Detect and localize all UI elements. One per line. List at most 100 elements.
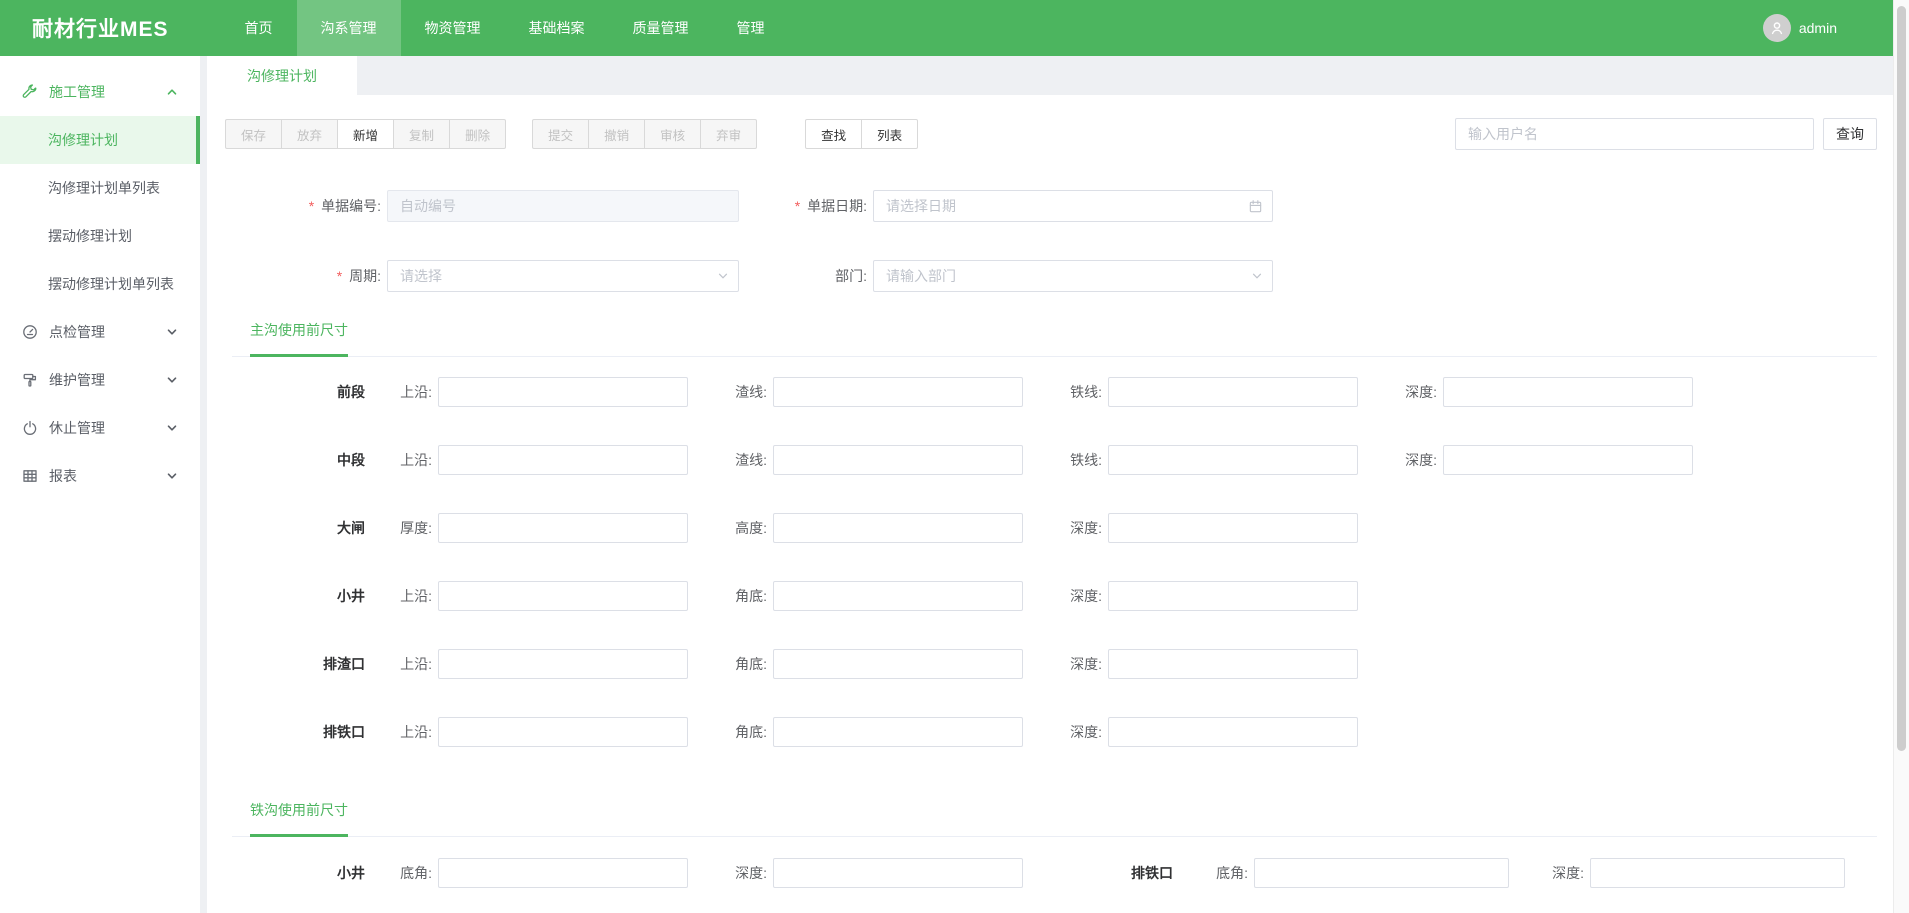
- toolbar-button[interactable]: 保存: [225, 119, 282, 149]
- row-name: 小井: [225, 863, 365, 883]
- sidebar-item-1-4[interactable]: 摆动修理计划单列表: [0, 260, 200, 308]
- nav-item-2[interactable]: 沟系管理: [297, 0, 401, 56]
- scrollbar-thumb[interactable]: [1897, 6, 1906, 751]
- dimension-label: 铁线:: [1023, 450, 1108, 470]
- toolbar-button[interactable]: 复制: [393, 119, 450, 149]
- query-button[interactable]: 查询: [1823, 118, 1877, 150]
- chevron-down-icon: [166, 326, 178, 338]
- dimension-input[interactable]: [438, 858, 688, 888]
- dimension-input[interactable]: [1108, 649, 1358, 679]
- dimension-input[interactable]: [773, 717, 1023, 747]
- dimension-label: 上沿:: [365, 586, 438, 606]
- dimension-input[interactable]: [1108, 717, 1358, 747]
- dimension-input[interactable]: [1443, 377, 1693, 407]
- dimension-input[interactable]: [438, 445, 688, 475]
- dimension-label: 深度:: [688, 863, 773, 883]
- row-name: 排铁口: [1023, 863, 1173, 883]
- nav-item-4[interactable]: 基础档案: [505, 0, 609, 56]
- sidebar-group-1[interactable]: 施工管理: [0, 68, 200, 116]
- dimension-input[interactable]: [773, 858, 1023, 888]
- dimension-input[interactable]: [1108, 377, 1358, 407]
- roller-icon: [22, 372, 38, 388]
- sidebar-group-label: 报表: [49, 466, 77, 486]
- dimension-input[interactable]: [773, 581, 1023, 611]
- toolbar-button[interactable]: 提交: [532, 119, 589, 149]
- dimension-label: 深度:: [1023, 518, 1108, 538]
- chevron-down-icon: [166, 422, 178, 434]
- dimension-row: 小井上沿:角底:深度:: [225, 581, 1893, 611]
- sidebar-group-4[interactable]: 休止管理: [0, 404, 200, 452]
- dimension-input[interactable]: [1108, 513, 1358, 543]
- section-header: 铁沟使用前尺寸: [232, 800, 1877, 837]
- dimension-input[interactable]: [1590, 858, 1845, 888]
- dimension-input[interactable]: [1108, 445, 1358, 475]
- section-header: 主沟使用前尺寸: [232, 320, 1877, 357]
- sidebar-item-1-3[interactable]: 摆动修理计划: [0, 212, 200, 260]
- dimension-input[interactable]: [1443, 445, 1693, 475]
- search-input[interactable]: [1455, 118, 1814, 150]
- toolbar: 保存放弃新增复制删除提交撤销审核弃审 查找列表 查询: [207, 118, 1893, 150]
- input-wrapper: [387, 190, 739, 222]
- input-wrapper: [873, 260, 1273, 292]
- field-input[interactable]: [873, 190, 1273, 222]
- dimension-input[interactable]: [438, 581, 688, 611]
- nav-item-6[interactable]: 管理: [713, 0, 789, 56]
- plan-form: * 单据编号:* 单据日期:* 周期: 部门:主沟使用前尺寸前段上沿:渣线:铁线…: [207, 190, 1893, 913]
- dimension-label: 上沿:: [365, 654, 438, 674]
- dimension-label: 深度:: [1358, 450, 1443, 470]
- toolbar-button[interactable]: 新增: [337, 119, 394, 149]
- form-field: * 单据编号:: [225, 190, 739, 222]
- dimension-input[interactable]: [773, 649, 1023, 679]
- field-input[interactable]: [387, 260, 739, 292]
- dimension-input[interactable]: [1108, 581, 1358, 611]
- sidebar-group-2[interactable]: 点检管理: [0, 308, 200, 356]
- dimension-label: 深度:: [1023, 654, 1108, 674]
- sidebar-group-3[interactable]: 维护管理: [0, 356, 200, 404]
- dimension-label: 铁线:: [1023, 382, 1108, 402]
- required-marker: *: [309, 198, 314, 214]
- row-name: 排铁口: [225, 722, 365, 742]
- field-input[interactable]: [387, 190, 739, 222]
- toolbar-button[interactable]: 撤销: [588, 119, 645, 149]
- nav-item-1[interactable]: 首页: [221, 0, 297, 56]
- dimension-input[interactable]: [1254, 858, 1509, 888]
- tab-bar: 沟修理计划: [207, 56, 1893, 95]
- tab-gouxiulijihua[interactable]: 沟修理计划: [207, 56, 357, 95]
- nav-item-3[interactable]: 物资管理: [401, 0, 505, 56]
- nav-item-5[interactable]: 质量管理: [609, 0, 713, 56]
- field-label: * 周期:: [225, 266, 387, 286]
- vertical-scrollbar[interactable]: [1893, 0, 1909, 913]
- required-marker: *: [337, 268, 342, 284]
- toolbar-group-1: 保存放弃新增复制删除: [225, 119, 506, 149]
- form-field: * 单据日期:: [739, 190, 1273, 222]
- dimension-input[interactable]: [438, 377, 688, 407]
- toolbar-button[interactable]: 弃审: [700, 119, 757, 149]
- dimension-input[interactable]: [438, 649, 688, 679]
- sidebar-group-5[interactable]: 报表: [0, 452, 200, 500]
- dimension-row: 排铁口上沿:角底:深度:: [225, 717, 1893, 747]
- dimension-input[interactable]: [438, 717, 688, 747]
- toolbar-button[interactable]: 放弃: [281, 119, 338, 149]
- chevron-down-icon: [166, 470, 178, 482]
- toolbar-button[interactable]: 查找: [805, 119, 862, 149]
- dimension-input[interactable]: [773, 513, 1023, 543]
- header-user-area[interactable]: admin: [1763, 14, 1893, 42]
- sidebar-group-label: 施工管理: [49, 82, 105, 102]
- dimension-input[interactable]: [773, 445, 1023, 475]
- chevron-down-icon: [166, 374, 178, 386]
- toolbar-button[interactable]: 删除: [449, 119, 506, 149]
- toolbar-group-2: 提交撤销审核弃审: [532, 119, 757, 149]
- dimension-input[interactable]: [773, 377, 1023, 407]
- sidebar-item-1-2[interactable]: 沟修理计划单列表: [0, 164, 200, 212]
- user-avatar[interactable]: [1763, 14, 1791, 42]
- gauge-icon: [22, 324, 38, 340]
- toolbar-button[interactable]: 列表: [861, 119, 918, 149]
- required-marker: *: [795, 198, 800, 214]
- form-field: 部门:: [739, 260, 1273, 292]
- toolbar-button[interactable]: 审核: [644, 119, 701, 149]
- field-input[interactable]: [873, 260, 1273, 292]
- row-name: 前段: [225, 382, 365, 402]
- tab-label: 沟修理计划: [247, 66, 317, 86]
- sidebar-item-1-1[interactable]: 沟修理计划: [0, 116, 200, 164]
- dimension-input[interactable]: [438, 513, 688, 543]
